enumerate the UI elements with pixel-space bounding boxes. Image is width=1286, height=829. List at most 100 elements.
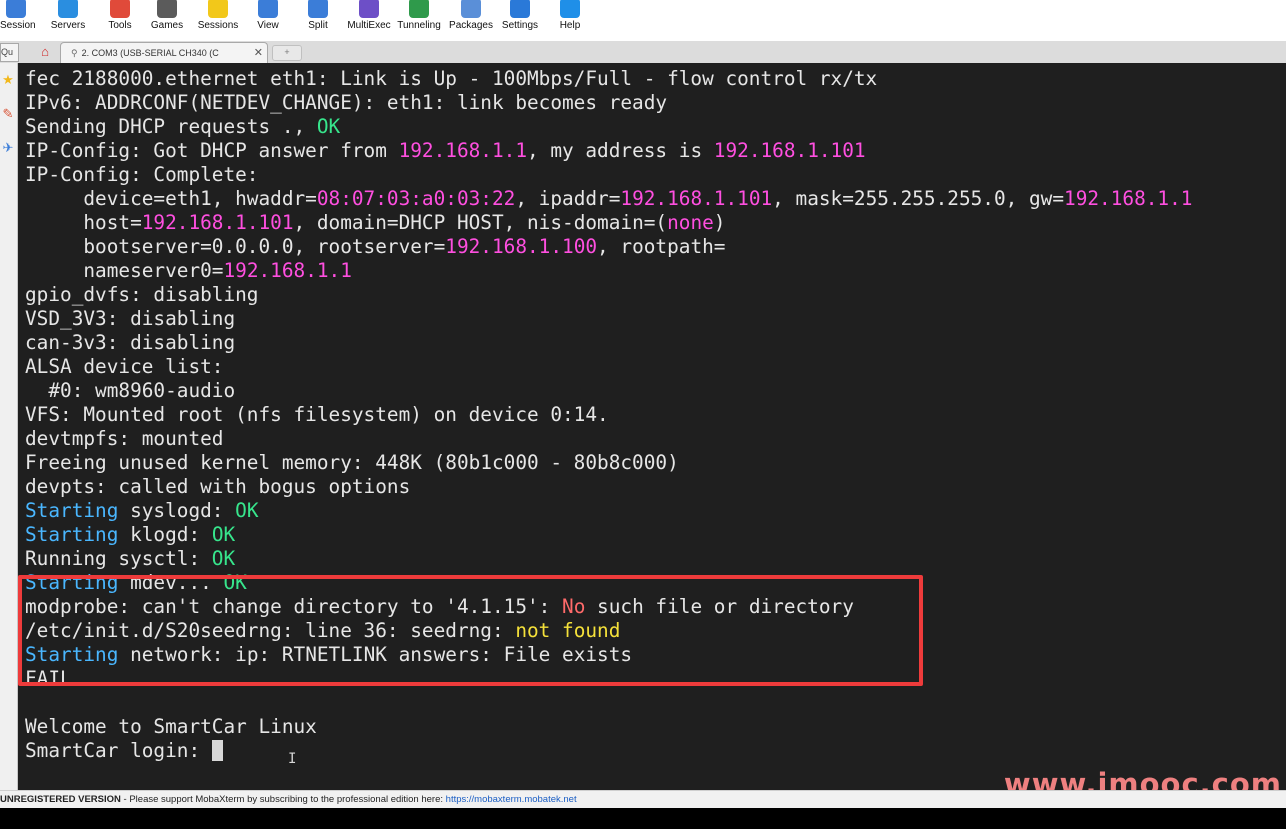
gear-icon (510, 0, 530, 18)
tunneling-button[interactable]: Tunneling (396, 0, 442, 41)
settings-button[interactable]: Settings (500, 0, 540, 41)
multiexec-button[interactable]: MultiExec (345, 0, 393, 41)
new-tab-button[interactable]: + (272, 45, 302, 61)
terminal-text: SmartCar login: (25, 739, 212, 762)
terminal-text: fec 2188000.ethernet eth1: Link is Up - … (25, 67, 878, 90)
terminal-line: #0: wm8960-audio (25, 379, 1192, 403)
sessions-star-icon[interactable]: ★ (1, 73, 15, 87)
terminal-line: host=192.168.1.101, domain=DHCP HOST, ni… (25, 211, 1192, 235)
terminal-text: IP-Config: Complete: (25, 163, 259, 186)
toolbar-button-label: Session (0, 20, 36, 31)
terminal-line: VFS: Mounted root (nfs filesystem) on de… (25, 403, 1192, 427)
toolbar-button-label: Games (150, 20, 184, 31)
toolbar-button-label: Tunneling (397, 20, 441, 31)
games-button[interactable]: Games (150, 0, 184, 41)
terminal-text: OK (211, 547, 236, 570)
toolbar-button-label: Packages (449, 20, 493, 31)
packages-button[interactable]: Packages (448, 0, 494, 41)
mouse-ibeam-cursor: I (288, 751, 297, 767)
terminal-text: 192.168.1.101 (141, 211, 294, 234)
terminal-line: Sending DHCP requests ., OK (25, 115, 1192, 139)
unregistered-label: UNREGISTERED VERSION (0, 794, 121, 805)
terminal-text: gpio_dvfs: disabling (25, 283, 259, 306)
terminal-line: can-3v3: disabling (25, 331, 1192, 355)
serial-plug-icon: ⚲ (71, 48, 78, 58)
help-button[interactable]: Help (556, 0, 584, 41)
terminal-line: ALSA device list: (25, 355, 1192, 379)
terminal-text: 192.168.1.101 (713, 139, 866, 162)
watermark: www.imooc.com (1003, 767, 1282, 790)
help-icon (560, 0, 580, 18)
tab-label: 2. COM3 (USB-SERIAL CH340 (C (81, 48, 219, 58)
terminal-line: Starting syslogd: OK (25, 499, 1192, 523)
toolbar-button-label: Sessions (197, 20, 239, 31)
terminal-line: device=eth1, hwaddr=08:07:03:a0:03:22, i… (25, 187, 1192, 211)
terminal-text: , ipaddr= (515, 187, 621, 210)
terminal-text: host= (25, 211, 142, 234)
tools-button[interactable]: Tools (102, 0, 138, 41)
main-toolbar: Session Servers Tools Games Sessions View Spli… (0, 0, 1286, 41)
terminal-line: IP-Config: Got DHCP answer from 192.168.… (25, 139, 1192, 163)
left-sidebar: ★ ✎ ✈ (0, 63, 18, 790)
star-icon (208, 0, 228, 18)
mobaxterm-link[interactable]: https://mobaxterm.mobatek.net (446, 794, 577, 805)
terminal-line: Welcome to SmartCar Linux (25, 715, 1192, 739)
macros-icon[interactable]: ✈ (1, 141, 15, 155)
packages-icon (461, 0, 481, 18)
terminal-line: IP-Config: Complete: (25, 163, 1192, 187)
terminal-text: klogd: (118, 523, 212, 546)
terminal-line: gpio_dvfs: disabling (25, 283, 1192, 307)
sessions-button[interactable]: Sessions (197, 0, 239, 41)
terminal-text: Sending DHCP requests ., (25, 115, 317, 138)
terminal-line: SmartCar login: (25, 739, 1192, 763)
terminal-view[interactable]: fec 2188000.ethernet eth1: Link is Up - … (18, 63, 1286, 790)
terminal-line: devtmpfs: mounted (25, 427, 1192, 451)
toolbar-button-label: Help (559, 20, 581, 31)
terminal-line: fec 2188000.ethernet eth1: Link is Up - … (25, 67, 1192, 91)
terminal-text: devpts: called with bogus options (25, 475, 411, 498)
view-button[interactable]: View (254, 0, 282, 41)
terminal-text: , my address is (527, 139, 714, 162)
home-tab[interactable]: ⌂ (32, 43, 58, 61)
toolbar-button-label: Servers (50, 20, 86, 31)
terminal-text: OK (235, 499, 259, 522)
terminal-line: Freeing unused kernel memory: 448K (80b1… (25, 451, 1192, 475)
view-icon (258, 0, 278, 18)
servers-button[interactable]: Servers (48, 0, 88, 41)
tools-icon (110, 0, 130, 18)
terminal-text: VFS: Mounted root (nfs filesystem) on de… (25, 403, 609, 426)
terminal-text: bootserver=0.0.0.0, rootserver= (25, 235, 446, 258)
close-tab-icon[interactable]: ✕ (254, 43, 263, 63)
terminal-text: Freeing unused kernel memory: 448K (80b1… (25, 451, 679, 474)
tunneling-icon (409, 0, 429, 18)
terminal-text: Running sysctl: (25, 547, 212, 570)
multiexec-icon (359, 0, 379, 18)
terminal-line: Starting klogd: OK (25, 523, 1192, 547)
tab-bar: Qu ⌂ ⚲ 2. COM3 (USB-SERIAL CH340 (C ✕ + (0, 41, 1286, 64)
terminal-line: VSD_3V3: disabling (25, 307, 1192, 331)
terminal-text: ) (713, 211, 726, 234)
tools-icon[interactable]: ✎ (1, 107, 15, 121)
terminal-text: OK (316, 115, 341, 138)
terminal-text: VSD_3V3: disabling (25, 307, 236, 330)
terminal-line: Running sysctl: OK (25, 547, 1192, 571)
terminal-text: IP-Config: Got DHCP answer from (25, 139, 399, 162)
terminal-line: devpts: called with bogus options (25, 475, 1192, 499)
terminal-text: devtmpfs: mounted (25, 427, 224, 450)
terminal-line: nameserver0=192.168.1.1 (25, 259, 1192, 283)
split-button[interactable]: Split (303, 0, 333, 41)
quick-connect-input[interactable]: Qu (0, 43, 19, 62)
terminal-text: 08:07:03:a0:03:22 (316, 187, 516, 210)
terminal-text: none (667, 211, 714, 234)
servers-icon (58, 0, 78, 18)
terminal-text: 192.168.1.1 (1064, 187, 1193, 210)
terminal-text: 192.168.1.1 (223, 259, 352, 282)
toolbar-button-label: MultiExec (347, 20, 391, 31)
terminal-text: 192.168.1.101 (620, 187, 773, 210)
toolbar-button-label: View (257, 20, 279, 31)
session-button[interactable]: Session (0, 0, 36, 41)
terminal-text: nameserver0= (25, 259, 224, 282)
bottom-band (0, 808, 1286, 829)
tab-com3[interactable]: ⚲ 2. COM3 (USB-SERIAL CH340 (C ✕ (60, 42, 268, 63)
